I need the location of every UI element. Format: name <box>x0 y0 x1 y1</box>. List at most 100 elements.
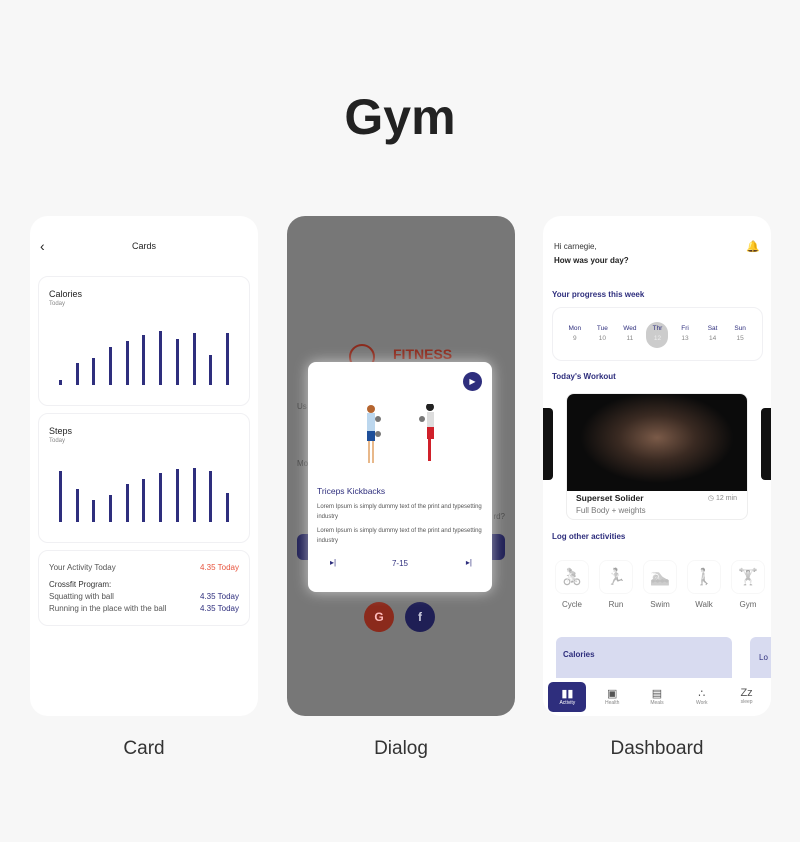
chart-bar <box>225 333 229 385</box>
chart-bar <box>125 483 129 522</box>
chart-bar <box>209 355 213 385</box>
swim-icon: 🏊 <box>643 560 677 594</box>
greeting-question: How was your day? <box>554 256 629 265</box>
dashboard-screen: Hi carnegie, How was your day? 🔔 Your pr… <box>543 216 771 716</box>
item-value: 4.35 Today <box>200 592 239 601</box>
program-label: Crossfit Program: <box>49 580 112 589</box>
day-number: 12 <box>653 335 662 342</box>
work-icon: ∴ <box>698 688 706 700</box>
chart-bar <box>159 472 163 522</box>
activity-label: Swim <box>650 600 670 609</box>
day-sat[interactable]: Sat 14 <box>702 322 724 348</box>
chart-bar <box>59 470 62 522</box>
caption-dashboard: Dashboard <box>610 738 704 759</box>
tab-activity[interactable]: ▮▮ Activity <box>548 682 587 712</box>
card-subtitle: Today <box>49 301 66 307</box>
workout-image <box>567 394 747 491</box>
forgot-link[interactable]: rd? <box>493 512 505 521</box>
chart-bar <box>209 470 213 522</box>
workout-card-next[interactable] <box>761 408 771 480</box>
workout-duration: 12 min <box>715 495 737 502</box>
activity-card: Your Activity Today 4.35 Today Crossfit P… <box>38 550 250 626</box>
chart-bar <box>75 489 79 522</box>
next-icon[interactable]: ▸| <box>466 558 472 567</box>
workout-type: Full Body + weights <box>576 506 646 515</box>
chart-bar <box>225 492 229 522</box>
day-number: 9 <box>572 335 577 342</box>
log-title: Log other activities <box>552 532 626 541</box>
tab-work[interactable]: ∴ Work <box>683 682 721 712</box>
activity-run[interactable]: 🏃 Run <box>599 560 633 609</box>
activity-cycle[interactable]: 🚴 Cycle <box>555 560 589 609</box>
chart-bar <box>192 468 196 522</box>
activity-walk[interactable]: 🚶 Walk <box>687 560 721 609</box>
day-number: 13 <box>681 335 689 342</box>
card-title: Steps <box>49 426 73 436</box>
exercise-counter: 7-15 <box>391 559 408 568</box>
card-subtitle: Today <box>49 438 66 444</box>
activity-label: Walk <box>695 600 713 609</box>
steps-chart <box>49 462 239 522</box>
clock-icon: ◷ <box>707 495 716 502</box>
activity-icon: ▮▮ <box>561 688 574 700</box>
exercise-illustration <box>367 404 434 463</box>
google-button[interactable]: G <box>364 602 394 632</box>
dialog-screen: FITNESS Us Mo rd? G f ▶ Triceps Kickback… <box>287 216 515 716</box>
username-label: Us <box>297 402 307 411</box>
run-icon: 🏃 <box>599 560 633 594</box>
chart-bar <box>175 468 179 522</box>
tab-meals[interactable]: ▤ Meals <box>638 682 676 712</box>
greeting: Hi carnegie, <box>554 242 597 251</box>
bottom-nav: ▮▮ Activity ▣ Health ▤ Meals ∴ Work Zz sleep <box>543 678 771 716</box>
tab-label: sleep <box>740 699 753 705</box>
day-mon[interactable]: Mon 9 <box>564 322 586 348</box>
screen-title: Cards <box>131 241 156 251</box>
chart-bar <box>109 346 113 385</box>
chart-bar <box>92 357 96 385</box>
workout-card[interactable]: Superset Solider ◷ 12 min Full Body + we… <box>566 393 748 520</box>
workout-card-prev[interactable] <box>543 408 553 480</box>
facebook-button[interactable]: f <box>405 602 435 632</box>
caption-dialog: Dialog <box>374 738 428 759</box>
tab-sleep[interactable]: Zz sleep <box>728 682 766 712</box>
progress-title: Your progress this week <box>552 290 645 299</box>
tab-label: Meals <box>650 700 664 706</box>
cycle-icon: 🚴 <box>555 560 589 594</box>
health-icon: ▣ <box>606 688 618 700</box>
card-screen: ‹ Cards Calories Today Steps Today Your … <box>30 216 258 716</box>
day-name: Mon <box>568 325 582 332</box>
tab-label: Work <box>695 700 708 706</box>
day-number: 14 <box>708 335 717 342</box>
day-name: Sat <box>707 325 718 332</box>
day-wed[interactable]: Wed 11 <box>619 322 641 348</box>
dialog-title: Triceps Kickbacks <box>317 486 386 496</box>
day-tue[interactable]: Tue 10 <box>591 322 613 348</box>
dialog-paragraph: Lorem Ipsum is simply dummy text of the … <box>317 528 482 544</box>
summary-title: Calories <box>563 650 595 659</box>
item-label: Squatting with ball <box>49 592 114 601</box>
chart-bar <box>109 494 113 522</box>
logo-text: FITNESS <box>393 346 453 362</box>
play-icon[interactable]: ▶ <box>463 372 482 391</box>
bell-icon[interactable]: 🔔 <box>746 240 760 253</box>
day-sun[interactable]: Sun 15 <box>729 322 751 348</box>
tab-health[interactable]: ▣ Health <box>593 682 631 712</box>
calories-chart <box>49 325 239 385</box>
sleep-icon: Zz <box>740 687 753 699</box>
activity-gym[interactable]: 🏋 Gym <box>731 560 765 609</box>
activity-swim[interactable]: 🏊 Swim <box>643 560 677 609</box>
day-fri[interactable]: Fri 13 <box>674 322 696 348</box>
day-name: Thr <box>652 325 663 332</box>
page-title: Gym <box>344 89 456 145</box>
tab-label: Activity <box>559 700 576 706</box>
item-label: Running in the place with the ball <box>49 604 167 613</box>
gym-icon: 🏋 <box>731 560 765 594</box>
calories-card: Calories Today <box>38 276 250 406</box>
activity-label: Your Activity Today <box>49 563 116 572</box>
workout-name: Superset Solider <box>576 493 644 503</box>
week-card: Mon 9 Tue 10 Wed 11 Thr 12 Fri 13 Sat 14 Sun 15 <box>552 307 763 361</box>
day-thr[interactable]: Thr 12 <box>646 322 669 348</box>
chart-bar <box>125 340 129 385</box>
exercise-dialog: ▶ Triceps Kickbacks Lorem Ipsum is simpl… <box>308 362 492 592</box>
day-name: Sun <box>734 325 746 332</box>
